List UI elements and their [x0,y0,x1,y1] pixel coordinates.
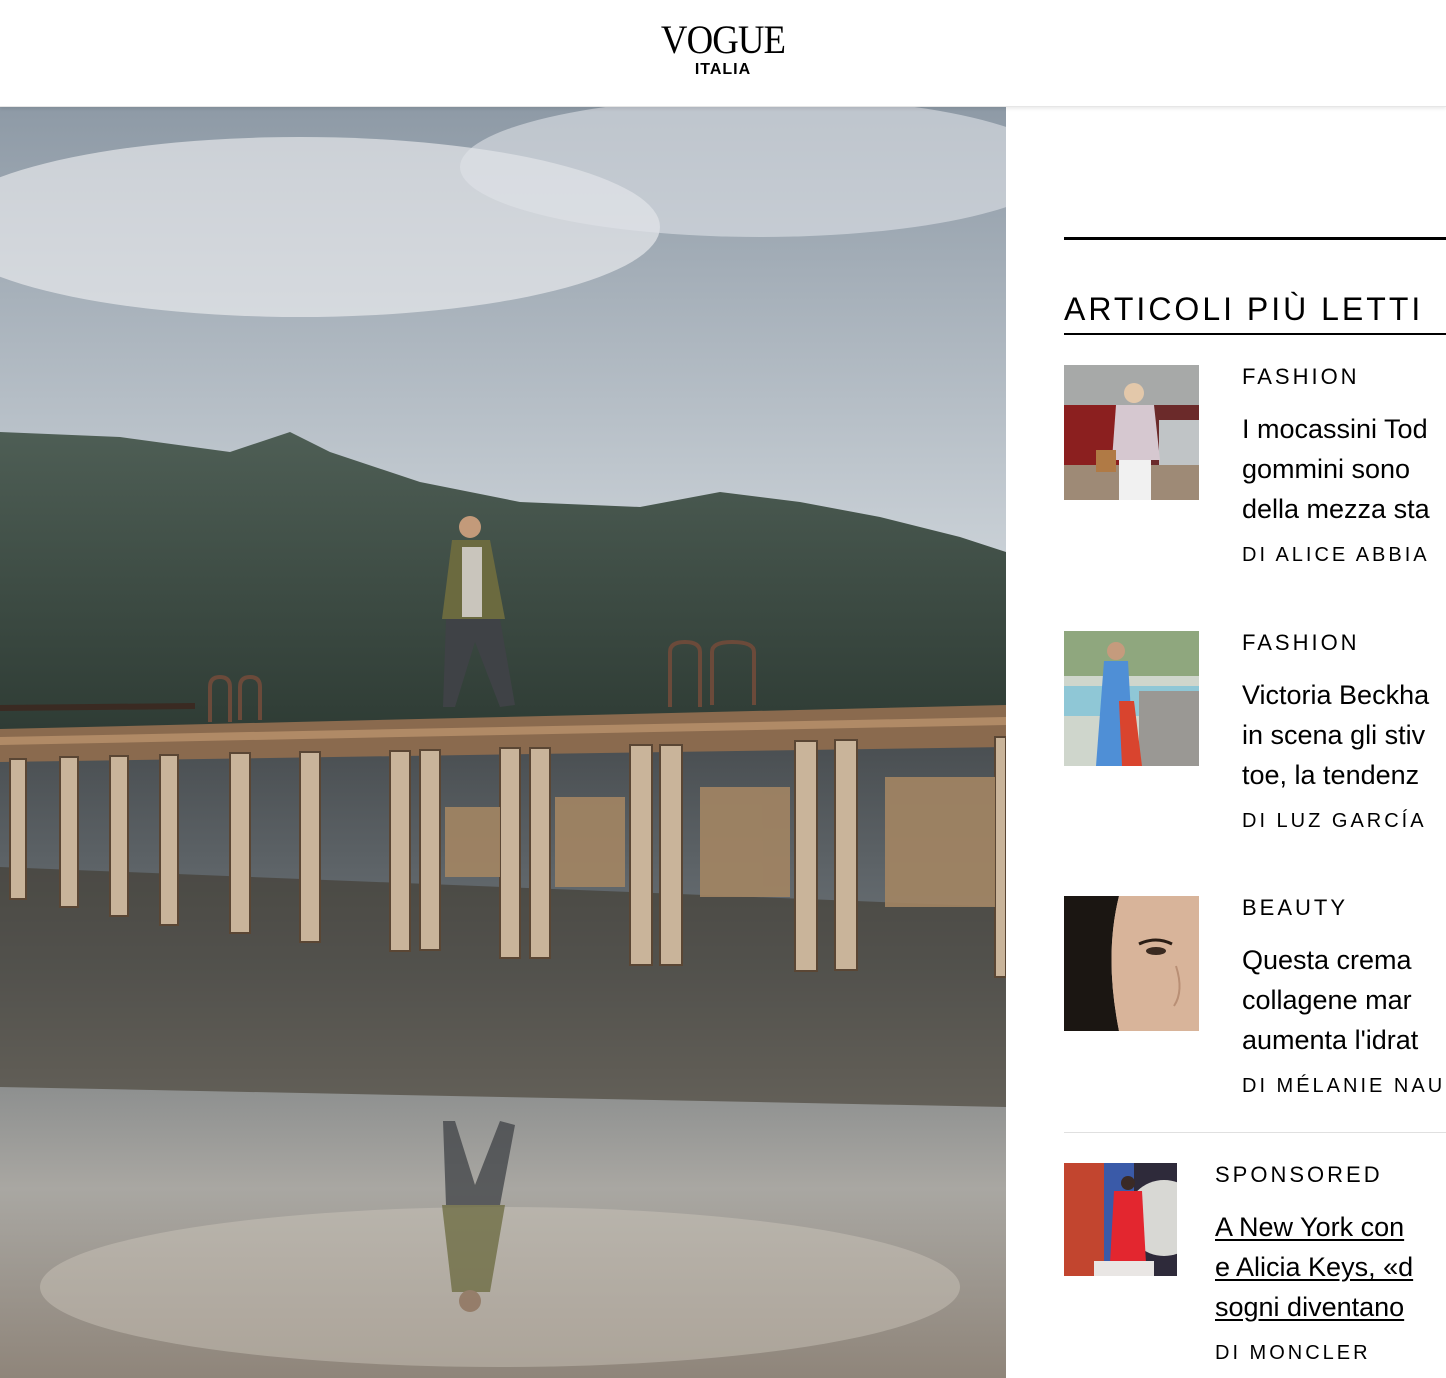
article-byline: DI ALICE ABBIA [1242,544,1430,566]
article-rubric[interactable]: BEAUTY [1242,896,1446,920]
thumbnail-image [1064,631,1199,766]
headline-line: Victoria Beckha [1242,680,1430,710]
article-byline: DI MONCLER [1215,1342,1371,1364]
headline-line: aumenta l'idrat [1242,1025,1419,1055]
article-rubric[interactable]: FASHION [1242,631,1446,655]
headline-line: A New York con [1215,1212,1405,1242]
sidebar-title-rule [1064,333,1446,335]
headline-line: I mocassini Tod [1242,414,1428,444]
sponsored-divider [1064,1132,1446,1133]
site-header: VOGUE ITALIA [0,0,1446,107]
hero-photo [0,107,1006,1378]
article-rubric: SPONSORED [1215,1162,1383,1187]
article-thumbnail[interactable] [1064,631,1199,766]
article-thumbnail[interactable] [1064,896,1199,1031]
thumbnail-image [1064,896,1199,1031]
article-text: BEAUTY Questa crema collagene mar aument… [1242,896,1446,1098]
article-text: FASHION Victoria Beckha in scena gli sti… [1242,631,1446,833]
thumbnail-image [1064,365,1199,500]
hero-image[interactable] [0,107,1006,1378]
headline-line: collagene mar [1242,985,1412,1015]
thumbnail-image [1064,1163,1177,1276]
headline-line: Questa crema [1242,945,1412,975]
headline-line: gommini sono [1242,454,1411,484]
article-byline: DI LUZ GARCÍA [1242,810,1427,832]
article-headline[interactable]: Questa crema collagene mar aumenta l'idr… [1242,940,1446,1060]
article-headline[interactable]: Victoria Beckha in scena gli stiv toe, l… [1242,675,1446,795]
article-thumbnail[interactable] [1064,365,1199,500]
article-byline: DI MÉLANIE NAU [1242,1075,1446,1097]
article-headline[interactable]: I mocassini Tod gommini sono della mezza… [1242,409,1446,529]
headline-line: e Alicia Keys, «d [1215,1252,1414,1282]
article-rubric[interactable]: FASHION [1242,365,1446,389]
headline-line: sogni diventano [1215,1292,1405,1322]
logo-wordmark: VOGUE [660,17,786,62]
vogue-italia-logo[interactable]: VOGUE ITALIA [656,20,791,78]
article-text: FASHION I mocassini Tod gommini sono del… [1242,365,1446,567]
article-thumbnail[interactable] [1064,1163,1177,1276]
sidebar-title: ARTICOLI PIÙ LETTI [1064,290,1424,327]
sidebar-top-rule [1064,237,1446,240]
article-headline-link[interactable]: A New York con e Alicia Keys, «d sogni d… [1215,1207,1446,1327]
most-read-sidebar: ARTICOLI PIÙ LETTI FASHION I mocassini T… [1064,237,1446,1378]
article-text: SPONSORED A New York con e Alicia Keys, … [1215,1163,1446,1365]
headline-line: in scena gli stiv [1242,720,1426,750]
headline-line: della mezza sta [1242,494,1430,524]
logo-edition: ITALIA [694,61,752,78]
headline-line: toe, la tendenz [1242,760,1420,790]
